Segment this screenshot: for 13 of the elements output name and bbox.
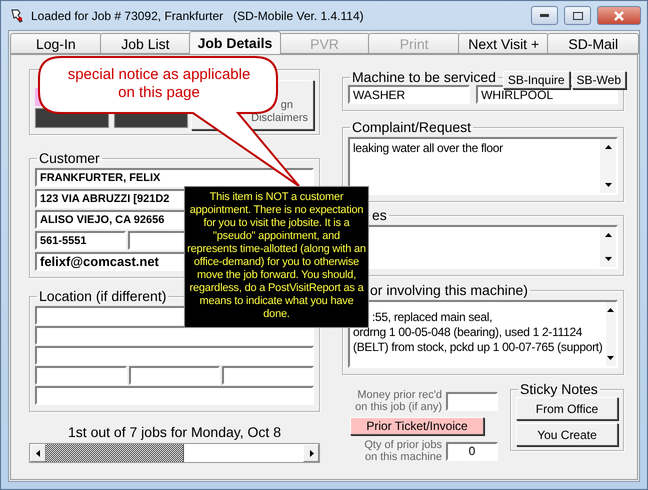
group-label: Machine to be serviced <box>351 69 497 85</box>
window-title: Loaded for Job # 73092, Frankfurter (SD-Mobile Ver. 1.4.114) <box>31 8 365 22</box>
group-label: es <box>371 207 388 223</box>
group-label: Complaint/Request <box>351 119 472 135</box>
group-label: or involving this machine) <box>369 282 529 298</box>
money-label: Money prior rec'd on this job (if any) <box>354 389 442 413</box>
job-position-caption: 1st out of 7 jobs for Monday, Oct 8 <box>67 424 282 440</box>
qty-label: Qty of prior jobs on this machine <box>363 439 442 463</box>
group-label: Location (if different) <box>38 288 168 304</box>
group-label: Sticky Notes <box>519 381 599 397</box>
notice-tooltip: This item is NOT a customer appointment. There is no expectation for you to visit the jobsite. It is a "pseudo" appointment, and represents time-allotted (along with an office-demand) for you to otherwise move the job forward. You should, regardless, do a PostVisitReport as a means to indicate what you have done. <box>184 186 369 328</box>
callout-text: special notice as applicable on this page <box>66 66 252 102</box>
group-label: Customer <box>38 150 101 166</box>
